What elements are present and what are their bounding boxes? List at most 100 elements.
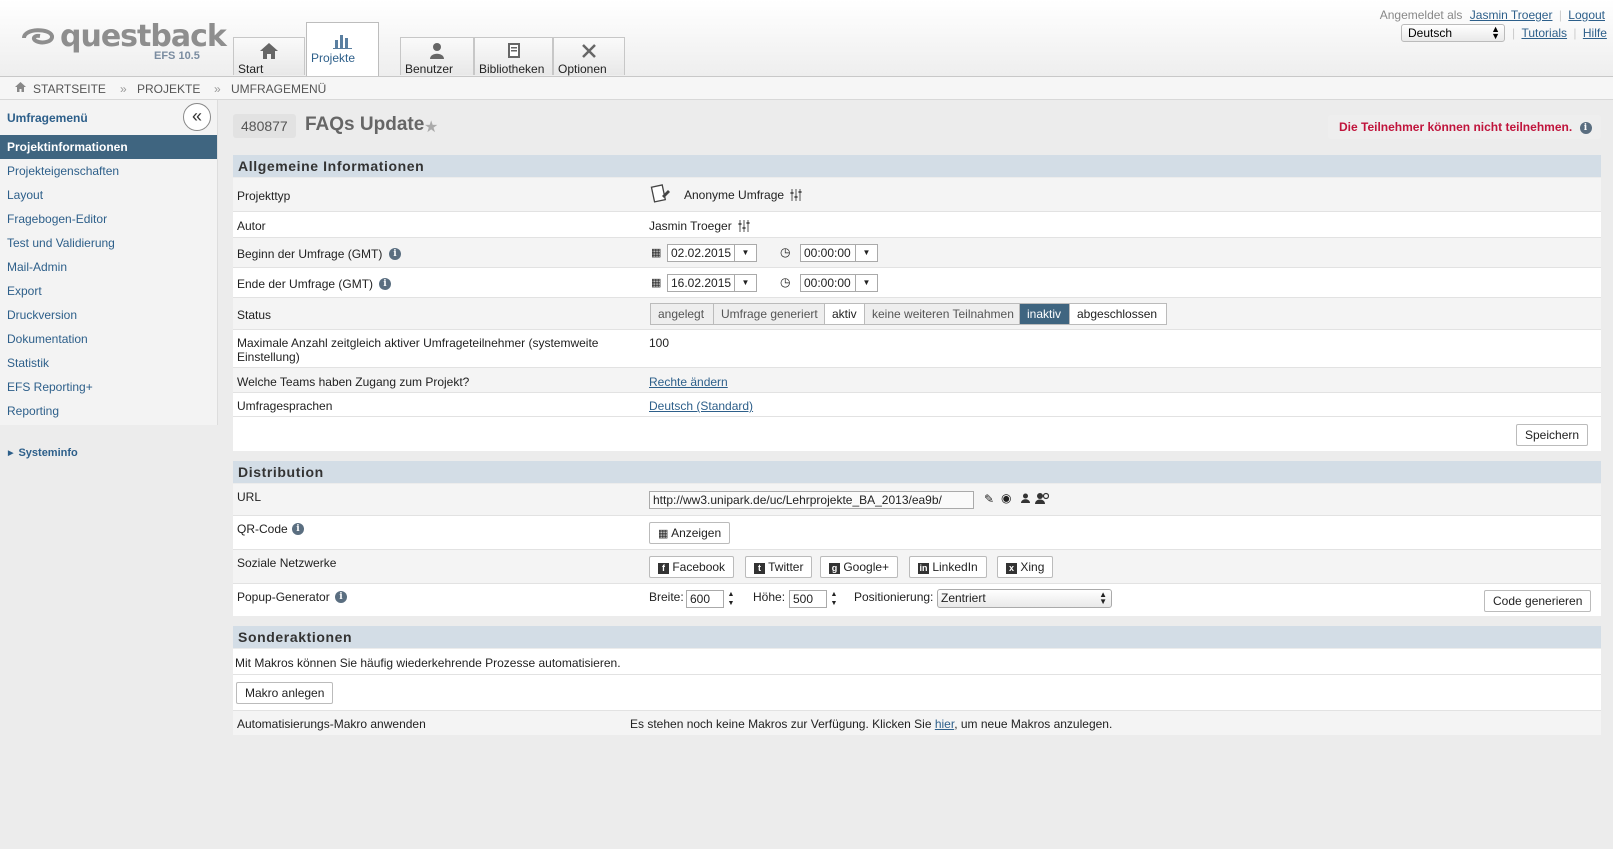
tab-start[interactable]: Start xyxy=(233,37,305,76)
sidebar-item-projektinformationen[interactable]: Projektinformationen xyxy=(0,135,217,159)
group-settings-icon[interactable] xyxy=(1035,492,1049,504)
row-macro-create: Makro anlegen xyxy=(233,675,1601,711)
settings-sliders-icon[interactable] xyxy=(738,220,750,232)
sidebar-item-projekteigenschaften[interactable]: Projekteigenschaften xyxy=(0,159,217,183)
systeminfo-toggle[interactable]: ▶ Systeminfo xyxy=(8,447,78,459)
share-linkedin-button[interactable]: in LinkedIn xyxy=(909,556,987,578)
position-value: Zentriert xyxy=(941,591,986,605)
calendar-icon[interactable]: ▦ xyxy=(651,246,661,259)
user-name-link[interactable]: Jasmin Troeger xyxy=(1470,8,1553,22)
help-link[interactable]: Hilfe xyxy=(1583,26,1607,40)
no-macros-text-after: , um neue Makros anzulegen. xyxy=(954,717,1113,731)
favorite-star-icon[interactable]: ★ xyxy=(424,117,438,137)
info-icon[interactable]: i xyxy=(379,278,391,290)
collapse-sidebar-button[interactable]: « xyxy=(183,103,211,131)
position-select[interactable]: Zentriert ▲ ▼ xyxy=(937,589,1112,608)
user-icon xyxy=(430,43,444,59)
project-id-badge: 480877 xyxy=(233,114,296,138)
sidebar-item-mail-admin[interactable]: Mail-Admin xyxy=(0,255,217,279)
status-angelegt[interactable]: angelegt xyxy=(650,303,714,325)
share-googleplus-button[interactable]: g Google+ xyxy=(820,556,899,578)
page-title: FAQs Update xyxy=(305,114,425,135)
popup-generator-label: Popup-Generator xyxy=(237,590,330,604)
row-languages: Umfragesprachen Deutsch (Standard) xyxy=(233,393,1601,417)
show-qr-button[interactable]: ▦ Anzeigen xyxy=(649,522,731,544)
twitter-icon: t xyxy=(754,563,765,574)
tab-benutzer[interactable]: Benutzer xyxy=(400,37,474,76)
teams-label: Welche Teams haben Zugang zum Projekt? xyxy=(237,375,470,389)
sidebar-item-druckversion[interactable]: Druckversion xyxy=(0,303,217,327)
share-twitter-button[interactable]: t Twitter xyxy=(745,556,813,578)
end-time-input[interactable]: 00:00:00 xyxy=(800,274,856,292)
width-label: Breite: xyxy=(649,590,684,604)
twitter-label: Twitter xyxy=(768,560,804,574)
project-type-label: Projekttyp xyxy=(237,189,291,203)
sidebar-item-efs-reporting-plus[interactable]: EFS Reporting+ xyxy=(0,375,217,399)
breadcrumb-projekte[interactable]: PROJEKTE xyxy=(137,82,200,96)
tab-bibliotheken[interactable]: Bibliotheken xyxy=(474,37,553,76)
tab-benutzer-label: Benutzer xyxy=(405,62,454,76)
logout-link[interactable]: Logout xyxy=(1568,8,1605,22)
create-macro-here-link[interactable]: hier xyxy=(935,717,954,731)
preview-eye-icon[interactable]: ◉ xyxy=(1001,491,1011,505)
start-date-input[interactable]: 02.02.2015 xyxy=(667,244,735,262)
sidebar-item-dokumentation[interactable]: Dokumentation xyxy=(0,327,217,351)
select-arrows-icon: ▲ ▼ xyxy=(1099,590,1107,606)
chevron-down-icon: ▼ xyxy=(862,278,871,287)
tab-projekte[interactable]: Projekte xyxy=(306,22,379,76)
edit-pencil-icon[interactable]: ✎ xyxy=(984,492,994,506)
create-macro-button[interactable]: Makro anlegen xyxy=(236,682,334,704)
end-label: Ende der Umfrage (GMT) xyxy=(237,277,374,291)
qr-code-icon: ▦ xyxy=(658,528,669,540)
width-stepper[interactable]: ▲ ▼ xyxy=(724,590,738,608)
height-input[interactable]: 500 xyxy=(789,590,827,608)
info-icon[interactable]: i xyxy=(292,523,304,535)
status-abgeschlossen[interactable]: abgeschlossen xyxy=(1069,303,1167,325)
calendar-icon[interactable]: ▦ xyxy=(651,276,661,289)
top-bar: questback EFS 10.5 Start Projekte Benutz… xyxy=(0,0,1613,77)
width-input[interactable]: 600 xyxy=(686,590,724,608)
clock-icon[interactable]: ◷ xyxy=(780,275,790,289)
start-date-dropdown[interactable]: ▼ xyxy=(735,244,757,262)
survey-url-field[interactable]: http://ww3.unipark.de/uc/Lehrprojekte_BA… xyxy=(649,491,974,509)
language-value: Deutsch xyxy=(1408,26,1453,40)
language-select[interactable]: Deutsch ▲ ▼ xyxy=(1401,24,1505,42)
tutorials-link[interactable]: Tutorials xyxy=(1521,26,1567,40)
author-label: Autor xyxy=(237,219,266,233)
share-facebook-button[interactable]: f Facebook xyxy=(649,556,735,578)
chevron-down-icon: ▼ xyxy=(741,278,750,287)
sidebar-item-layout[interactable]: Layout xyxy=(0,183,217,207)
sidebar-item-reporting[interactable]: Reporting xyxy=(0,399,217,423)
end-date-dropdown[interactable]: ▼ xyxy=(735,274,757,292)
sidebar-item-statistik[interactable]: Statistik xyxy=(0,351,217,375)
start-time-dropdown[interactable]: ▼ xyxy=(856,244,878,262)
person-icon[interactable] xyxy=(1021,493,1030,503)
sidebar-item-fragebogen-editor[interactable]: Fragebogen-Editor xyxy=(0,207,217,231)
status-umfrage-generiert[interactable]: Umfrage generiert xyxy=(713,303,825,325)
share-xing-button[interactable]: x Xing xyxy=(997,556,1054,578)
change-rights-link[interactable]: Rechte ändern xyxy=(649,375,728,389)
facebook-icon: f xyxy=(658,563,669,574)
save-button[interactable]: Speichern xyxy=(1516,424,1589,446)
status-aktiv[interactable]: aktiv xyxy=(824,303,865,325)
apply-macro-label: Automatisierungs-Makro anwenden xyxy=(237,717,426,731)
generate-code-button[interactable]: Code generieren xyxy=(1484,590,1592,612)
height-stepper[interactable]: ▲ ▼ xyxy=(827,590,841,608)
tab-optionen[interactable]: Optionen xyxy=(553,37,625,76)
status-keine-weiteren-teilnahmen[interactable]: keine weiteren Teilnahmen xyxy=(864,303,1020,325)
end-time-dropdown[interactable]: ▼ xyxy=(856,274,878,292)
sidebar-item-export[interactable]: Export xyxy=(0,279,217,303)
breadcrumb-startseite[interactable]: STARTSEITE xyxy=(33,82,106,96)
end-date-input[interactable]: 16.02.2015 xyxy=(667,274,735,292)
start-time-input[interactable]: 00:00:00 xyxy=(800,244,856,262)
language-default-link[interactable]: Deutsch (Standard) xyxy=(649,399,753,413)
sidebar-item-test-validierung[interactable]: Test und Validierung xyxy=(0,231,217,255)
start-label: Beginn der Umfrage (GMT) xyxy=(237,247,383,261)
status-inaktiv[interactable]: inaktiv xyxy=(1019,303,1070,325)
height-label: Höhe: xyxy=(753,590,786,604)
settings-sliders-icon[interactable] xyxy=(790,189,802,201)
info-icon[interactable]: i xyxy=(1579,121,1592,134)
info-icon[interactable]: i xyxy=(389,248,401,260)
clock-icon[interactable]: ◷ xyxy=(780,245,790,259)
info-icon[interactable]: i xyxy=(335,591,347,603)
